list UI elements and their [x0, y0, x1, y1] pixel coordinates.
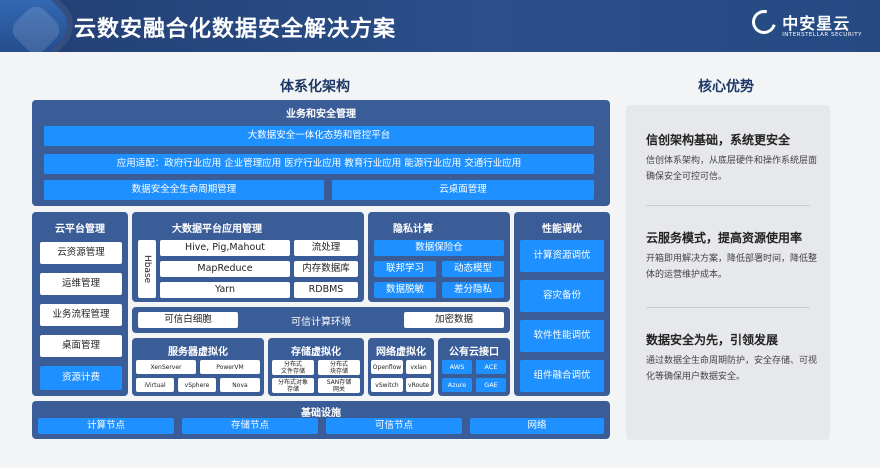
workflow-item: 业务流程管理: [40, 304, 122, 326]
public-cloud-title: 公有云接口: [449, 347, 499, 358]
powervm-item: PowerVM: [200, 360, 260, 374]
brand-icon: [747, 5, 781, 39]
platform-bar: 大数据安全一体化态势和管控平台: [44, 126, 594, 146]
component-tuning-item: 组件融合调优: [520, 360, 604, 392]
public-cloud-panel: 公有云接口 AWS ACE Azure GAE: [438, 338, 510, 396]
hive-item: Hive, Pig,Mahout: [160, 240, 290, 256]
vsphere-item: vSphere: [178, 378, 216, 392]
server-virt-panel: 服务器虚拟化 XenServer PowerVM iVirtual vSpher…: [132, 338, 264, 396]
diff-privacy-item: 差分隐私: [442, 282, 504, 298]
vxlan-item: vxlan: [406, 360, 431, 374]
compute-tuning-item: 计算资源调优: [520, 240, 604, 272]
data-vault-item: 数据保险仓: [374, 240, 504, 256]
divider: [646, 307, 810, 308]
san-gateway-item: SAN存储 网关: [318, 378, 360, 393]
ace-item: ACE: [476, 360, 506, 374]
core-advantage-heading: 核心优势: [698, 79, 754, 95]
infra-title: 基础设施: [301, 408, 341, 419]
stream-item: 流处理: [294, 240, 358, 256]
dist-file-storage-item: 分布式 文件存储: [272, 360, 314, 375]
app-adapt-bar: 应用适配：政府行业应用 企业管理应用 医疗行业应用 教育行业应用 能源行业应用 …: [44, 154, 594, 174]
vswitch-item: vSwitch: [371, 378, 403, 392]
divider: [646, 205, 810, 206]
net-virt-title: 网络虚拟化: [376, 347, 426, 358]
cloud-mgmt-panel: 云平台管理 云资源管理 运维管理 业务流程管理 桌面管理 资源计费: [32, 212, 128, 396]
architecture-heading: 体系化架构: [280, 79, 350, 95]
compute-node-item: 计算节点: [38, 418, 174, 434]
header-banner: 云数安融合化数据安全解决方案 中安星云 INTERSTELLAR SECURIT…: [0, 0, 880, 52]
bigdata-panel: 大数据平台应用管理 Hbase Hive, Pig,Mahout MapRedu…: [132, 212, 364, 302]
infra-panel: 基础设施 计算节点 存储节点 可信节点 网络: [32, 401, 610, 439]
cloud-mgmt-title: 云平台管理: [55, 224, 105, 235]
trusted-node-item: 可信节点: [326, 418, 462, 434]
aws-item: AWS: [442, 360, 472, 374]
advantage-1-desc: 信创体系架构，从底层硬件和操作系统层面确保安全可控可信。: [646, 156, 818, 182]
billing-item: 资源计费: [40, 366, 122, 390]
xenserver-item: XenServer: [136, 360, 196, 374]
software-tuning-item: 软件性能调优: [520, 320, 604, 352]
trusted-panel: 可信白细胞 可信计算环境 加密数据: [132, 307, 510, 333]
privacy-panel: 隐私计算 数据保险仓 联邦学习 动态模型 数据脱敏 差分隐私: [368, 212, 510, 302]
privacy-title: 隐私计算: [393, 224, 433, 235]
brand-en: INTERSTELLAR SECURITY: [782, 32, 862, 38]
mapreduce-item: MapReduce: [160, 261, 290, 277]
architecture-diagram: 业务和安全管理 大数据安全一体化态势和管控平台 应用适配：政府行业应用 企业管理…: [32, 100, 612, 441]
gae-item: GAE: [476, 378, 506, 392]
ops-item: 运维管理: [40, 273, 122, 295]
advantage-3-title: 数据安全为先，引领发展: [646, 333, 779, 347]
perf-panel: 性能调优 计算资源调优 容灾备份 软件性能调优 组件融合调优: [514, 212, 610, 396]
advantage-3-desc: 通过数据全生命周期防护，安全存储、可视化等确保用户数据安全。: [646, 356, 818, 382]
cloud-resource-item: 云资源管理: [40, 242, 122, 264]
trusted-cell-item: 可信白细胞: [138, 312, 238, 328]
ivirtual-item: iVirtual: [136, 378, 174, 392]
business-panel: 业务和安全管理 大数据安全一体化态势和管控平台 应用适配：政府行业应用 企业管理…: [32, 100, 610, 206]
yarn-item: Yarn: [160, 282, 290, 298]
advantage-1-title: 信创架构基础，系统更安全: [646, 133, 791, 147]
business-title: 业务和安全管理: [286, 109, 356, 120]
brand-name: 中安星云: [782, 14, 851, 33]
advantage-2-desc: 开箱即用解决方案，降低部署时间，降低整体的运营维护成本。: [646, 254, 818, 280]
storage-node-item: 存储节点: [182, 418, 318, 434]
dynamic-model-item: 动态模型: [442, 261, 504, 277]
azure-item: Azure: [442, 378, 472, 392]
desktop-mgmt-bar: 云桌面管理: [332, 180, 594, 200]
rdbms-item: RDBMS: [294, 282, 358, 298]
dist-object-storage-item: 分布式对象 存储: [272, 378, 314, 393]
masking-item: 数据脱敏: [374, 282, 436, 298]
brand-logo: 中安星云 INTERSTELLAR SECURITY: [747, 5, 862, 39]
disaster-backup-item: 容灾备份: [520, 280, 604, 312]
dist-block-storage-item: 分布式 块存储: [318, 360, 360, 375]
storage-virt-panel: 存储虚拟化 分布式 文件存储 分布式 块存储 分布式对象 存储 SAN存储 网关: [268, 338, 364, 396]
trusted-env-label: 可信计算环境: [291, 317, 351, 328]
page-title: 云数安融合化数据安全解决方案: [74, 17, 397, 42]
perf-title: 性能调优: [542, 224, 582, 235]
net-virt-panel: 网络虚拟化 Openflow vxlan vSwitch vRoute: [368, 338, 434, 396]
memdb-item: 内存数据库: [294, 261, 358, 277]
hbase-label: Hbase: [138, 240, 156, 298]
network-item: 网络: [470, 418, 604, 434]
encrypted-data-item: 加密数据: [404, 312, 504, 328]
openflow-item: Openflow: [371, 360, 403, 374]
bigdata-title: 大数据平台应用管理: [172, 224, 262, 235]
lifecycle-bar: 数据安全全生命周期管理: [44, 180, 324, 200]
vroute-item: vRoute: [406, 378, 431, 392]
federated-item: 联邦学习: [374, 261, 436, 277]
nova-item: Nova: [220, 378, 260, 392]
desktop-item: 桌面管理: [40, 335, 122, 357]
server-virt-title: 服务器虚拟化: [168, 347, 228, 358]
core-advantages-panel: 信创架构基础，系统更安全 信创体系架构，从底层硬件和操作系统层面确保安全可控可信…: [626, 105, 830, 440]
storage-virt-title: 存储虚拟化: [291, 347, 341, 358]
advantage-2-title: 云服务模式，提高资源使用率: [646, 231, 803, 245]
